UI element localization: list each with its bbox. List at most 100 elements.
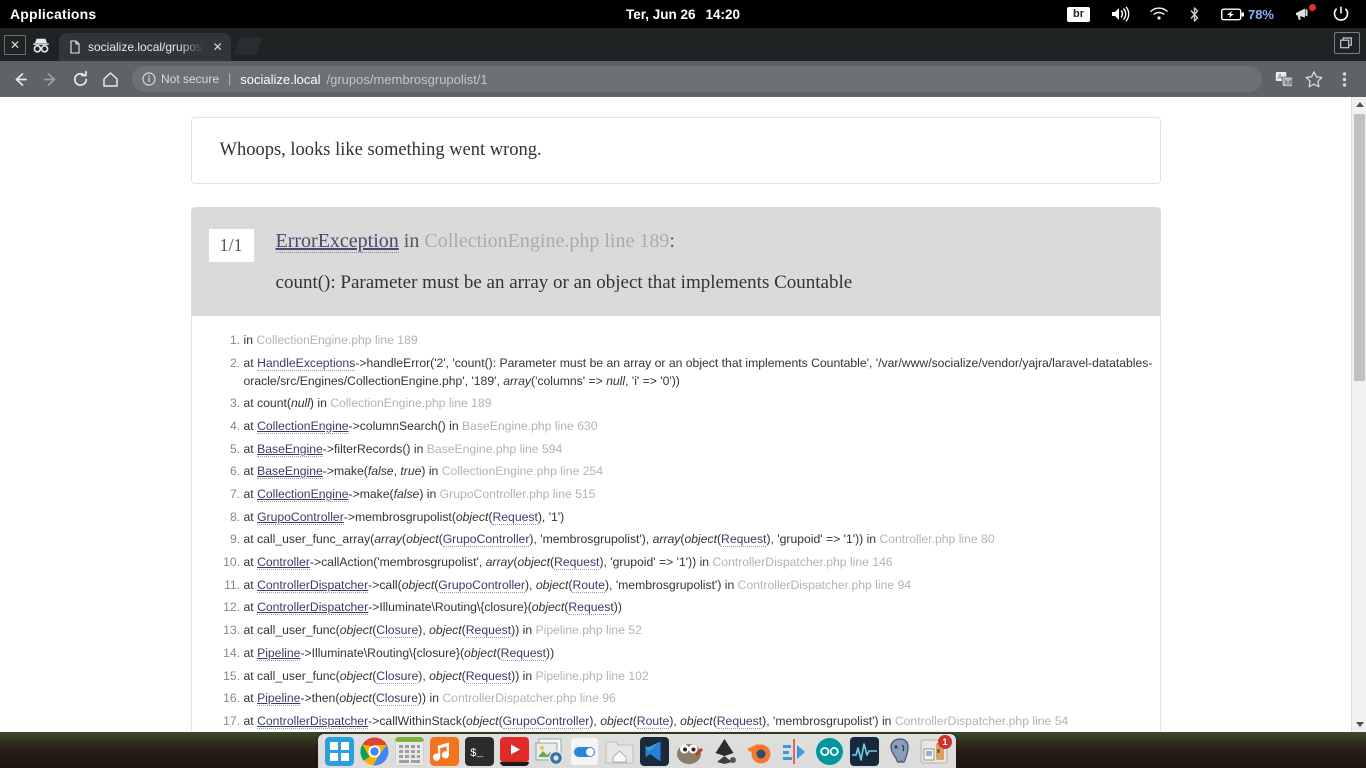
dock-icon-postgresql[interactable] bbox=[885, 737, 914, 766]
stack-frame-text: at ControllerDispatcher->call(object(Gru… bbox=[243, 577, 912, 593]
dock-icon-system-monitor[interactable] bbox=[850, 736, 879, 766]
dock-icon-music-player[interactable] bbox=[430, 736, 459, 766]
stack-frame-text: at GrupoController->membrosgrupolist(obj… bbox=[243, 509, 565, 525]
notifications-bell-icon[interactable] bbox=[1284, 0, 1322, 28]
stack-frame[interactable]: at Pipeline->Illuminate\Routing\{closure… bbox=[244, 642, 1160, 665]
stack-frame[interactable]: at Pipeline->then(object(Closure)) in Co… bbox=[244, 688, 1160, 711]
stack-frame[interactable]: at GrupoController->membrosgrupolist(obj… bbox=[244, 506, 1160, 529]
stack-frame-text: at call_user_func(object(Closure), objec… bbox=[243, 668, 649, 684]
whoops-banner: Whoops, looks like something went wrong. bbox=[190, 117, 1161, 184]
translate-icon[interactable]: A\u6587 bbox=[1270, 65, 1298, 93]
dock-icon-workflow-tool[interactable] bbox=[780, 737, 809, 766]
dock-icon-app-launcher[interactable] bbox=[325, 736, 354, 766]
url-path: /grupos/membrosgrupolist/1 bbox=[326, 71, 488, 87]
applications-menu-button[interactable]: Applications bbox=[0, 6, 96, 22]
stack-frame[interactable]: at ControllerDispatcher->Illuminate\Rout… bbox=[244, 597, 1160, 620]
scrollbar-thumb[interactable] bbox=[1354, 114, 1365, 381]
exception-file-ref: CollectionEngine.php line 189 bbox=[424, 230, 670, 252]
stack-frame[interactable]: at call_user_func(object(Closure), objec… bbox=[244, 665, 1160, 688]
forward-button[interactable] bbox=[36, 65, 64, 93]
exception-index: 1/1 bbox=[208, 229, 254, 262]
security-label: Not secure bbox=[161, 72, 220, 86]
stack-frame-text: at BaseEngine->filterRecords() in BaseEn… bbox=[243, 441, 563, 457]
exception-class-link[interactable]: ErrorException bbox=[275, 230, 399, 253]
security-indicator[interactable]: Not secure bbox=[142, 72, 219, 86]
dock-icon-image-viewer[interactable] bbox=[535, 737, 564, 766]
svg-text:\u6587: \u6587 bbox=[1284, 79, 1294, 86]
tab-title: socialize.local/grupos/m bbox=[88, 40, 205, 54]
dock-icon-terminal[interactable]: $_ bbox=[465, 736, 494, 766]
exception-header: 1/1 ErrorException in CollectionEngine.p… bbox=[190, 207, 1161, 316]
stack-frame[interactable]: at ControllerDispatcher->callWithinStack… bbox=[244, 710, 1160, 732]
exception-in-word: in bbox=[403, 230, 420, 252]
speaker-icon[interactable] bbox=[1100, 0, 1140, 28]
bookmark-star-icon[interactable] bbox=[1300, 65, 1328, 93]
dock-icon-blender[interactable] bbox=[745, 737, 774, 766]
dock-icon-gimp[interactable] bbox=[675, 737, 704, 766]
reload-button[interactable] bbox=[66, 65, 94, 93]
stack-frame[interactable]: at HandleExceptions->handleError('2', 'c… bbox=[244, 352, 1160, 392]
stack-frame-text: at Controller->callAction('membrosgrupol… bbox=[243, 555, 893, 571]
battery-percent-label: 78% bbox=[1247, 6, 1274, 22]
dock-icon-file-manager[interactable] bbox=[605, 737, 634, 766]
page-container: Whoops, looks like something went wrong.… bbox=[190, 117, 1161, 732]
tab-close-button[interactable]: ✕ bbox=[210, 40, 225, 54]
stack-frame[interactable]: at call_user_func(object(Closure), objec… bbox=[244, 620, 1160, 643]
stack-frame-text: at count(null) in CollectionEngine.php l… bbox=[243, 396, 492, 411]
stack-frame-text: at HandleExceptions->handleError('2', 'c… bbox=[243, 355, 1153, 388]
stack-frame-text: at CollectionEngine->make(false) in Grup… bbox=[243, 487, 596, 502]
stack-trace-list: in CollectionEngine.php line 189 at Handl… bbox=[244, 330, 1160, 732]
scroll-up-button[interactable] bbox=[1352, 97, 1366, 112]
stack-frame[interactable]: at CollectionEngine->make(false) in Grup… bbox=[244, 484, 1160, 507]
stack-frame[interactable]: at CollectionEngine->columnSearch() in B… bbox=[244, 415, 1160, 438]
window-close-button[interactable]: ✕ bbox=[4, 34, 26, 55]
exception-message: count(): Parameter must be an array or a… bbox=[275, 272, 853, 293]
address-bar[interactable]: Not secure | socialize.local/grupos/memb… bbox=[132, 66, 1262, 92]
application-dock: $_ 1 bbox=[318, 734, 956, 768]
dock-icon-google-chrome[interactable] bbox=[360, 737, 389, 766]
os-top-panel: Applications Ter, Jun 26 14:20 br 78% bbox=[0, 0, 1366, 28]
dock-icon-video-player[interactable] bbox=[500, 736, 529, 766]
dock-icon-vs-code[interactable] bbox=[640, 736, 669, 766]
omnibox-divider: | bbox=[228, 72, 232, 86]
home-button[interactable] bbox=[96, 65, 124, 93]
dock-icon-inkscape[interactable] bbox=[710, 737, 739, 766]
page-scrollbar[interactable] bbox=[1351, 97, 1366, 732]
keyboard-layout-indicator[interactable]: br bbox=[1057, 0, 1100, 28]
battery-indicator[interactable]: 78% bbox=[1211, 0, 1284, 28]
power-icon[interactable] bbox=[1322, 0, 1360, 28]
stack-frame[interactable]: at Controller->callAction('membrosgrupol… bbox=[244, 552, 1160, 575]
browser-toolbar: Not secure | socialize.local/grupos/memb… bbox=[0, 61, 1366, 97]
stack-frame-text: at CollectionEngine->columnSearch() in B… bbox=[243, 418, 598, 434]
scroll-down-button[interactable] bbox=[1352, 717, 1366, 732]
stack-frame[interactable]: at count(null) in CollectionEngine.php l… bbox=[244, 393, 1160, 416]
system-tray: br 78% bbox=[1057, 0, 1366, 28]
stack-frame-text: at ControllerDispatcher->callWithinStack… bbox=[243, 713, 1069, 729]
back-button[interactable] bbox=[6, 65, 34, 93]
stack-frame[interactable]: at BaseEngine->filterRecords() in BaseEn… bbox=[244, 438, 1160, 461]
stack-frame[interactable]: in CollectionEngine.php line 189 bbox=[244, 330, 1160, 353]
dock-icon-calculator[interactable] bbox=[395, 736, 424, 766]
stack-frame-text: at ControllerDispatcher->Illuminate\Rout… bbox=[243, 600, 622, 616]
url-host: socialize.local bbox=[240, 71, 321, 87]
wifi-icon[interactable] bbox=[1140, 0, 1178, 28]
bluetooth-icon[interactable] bbox=[1178, 0, 1211, 28]
restore-window-icon[interactable] bbox=[1334, 32, 1360, 54]
exception-text: ErrorException in CollectionEngine.php l… bbox=[275, 229, 1139, 296]
stack-frame[interactable]: at BaseEngine->make(false, true) in Coll… bbox=[244, 461, 1160, 484]
stack-frame[interactable]: at ControllerDispatcher->call(object(Gru… bbox=[244, 574, 1160, 597]
dock-badge: 1 bbox=[938, 734, 952, 749]
toolbar-right-actions: A\u6587 bbox=[1270, 65, 1360, 93]
stack-frame[interactable]: at call_user_func_array(array(object(Gru… bbox=[244, 529, 1160, 552]
dock-icon-archive-manager[interactable]: 1 bbox=[920, 734, 952, 766]
exception-colon: : bbox=[669, 230, 675, 252]
browser-tab[interactable]: socialize.local/grupos/m ✕ bbox=[59, 33, 231, 61]
three-dots-menu-icon[interactable] bbox=[1330, 65, 1358, 93]
dock-icon-arduino-ide[interactable] bbox=[815, 737, 844, 766]
keyboard-layout-label: br bbox=[1066, 6, 1090, 22]
new-tab-button[interactable] bbox=[235, 33, 263, 61]
incognito-icon bbox=[29, 34, 53, 56]
dock-icon-settings-toggle[interactable] bbox=[570, 736, 599, 766]
incognito-controls: ✕ bbox=[0, 28, 59, 61]
stack-frame-text: at Pipeline->Illuminate\Routing\{closure… bbox=[243, 645, 555, 661]
